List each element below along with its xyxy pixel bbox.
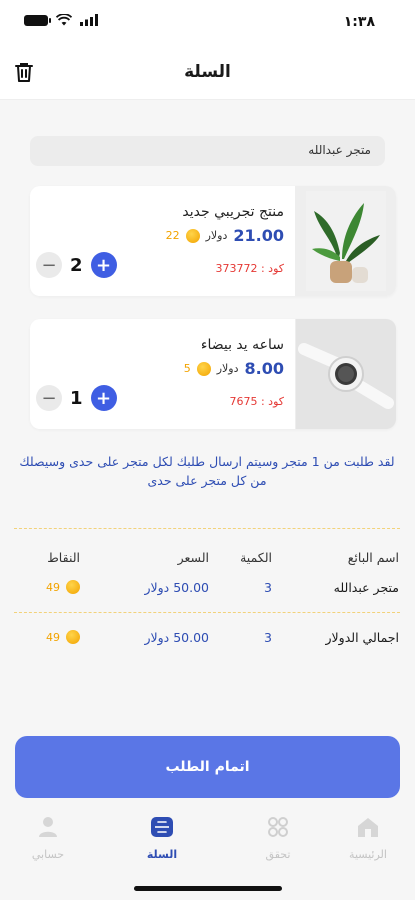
battery-icon bbox=[24, 14, 51, 26]
tab-label: حسابي bbox=[31, 848, 65, 861]
coin-icon bbox=[66, 630, 80, 644]
status-bar: ١:٣٨ bbox=[0, 0, 415, 44]
product-currency: دولار bbox=[216, 362, 239, 375]
product-points: 5 bbox=[183, 362, 191, 375]
total-label: اجمالي الدولار bbox=[325, 630, 399, 645]
status-time: ١:٣٨ bbox=[343, 14, 375, 30]
quantity-value: 1 bbox=[70, 387, 83, 409]
tab-verify[interactable]: تحقق bbox=[238, 816, 318, 861]
decrease-quantity-button[interactable]: − bbox=[36, 252, 62, 278]
home-icon bbox=[358, 818, 378, 837]
header-qty: الكمية bbox=[240, 550, 272, 565]
product-image-watch bbox=[295, 319, 396, 429]
quantity-stepper: − 2 + bbox=[36, 252, 117, 278]
tab-cart[interactable]: السلة bbox=[122, 816, 202, 861]
tab-label: السلة bbox=[146, 848, 178, 861]
wifi-icon bbox=[56, 14, 72, 26]
row-points: 49 bbox=[46, 580, 60, 594]
watch-image bbox=[295, 319, 396, 429]
header-seller: اسم البائع bbox=[347, 550, 399, 565]
store-name-label: متجر عبدالله bbox=[30, 136, 385, 166]
product-points: 22 bbox=[165, 229, 180, 242]
coin-icon bbox=[66, 580, 80, 594]
row-price: 50.00 دولار bbox=[144, 580, 209, 595]
total-points: 49 bbox=[46, 630, 60, 644]
tab-home[interactable]: الرئيسية bbox=[328, 816, 408, 861]
divider bbox=[14, 528, 400, 529]
total-qty: 3 bbox=[264, 630, 272, 645]
total-points-wrap: 49 bbox=[46, 630, 80, 644]
cart-icon bbox=[151, 817, 173, 837]
quantity-value: 2 bbox=[70, 254, 83, 276]
product-code: كود : 373772 bbox=[215, 262, 284, 275]
header-points: النقاط bbox=[47, 550, 80, 565]
user-icon bbox=[39, 817, 57, 837]
home-indicator bbox=[134, 886, 282, 891]
product-name: منتج تجريبي جديد bbox=[182, 204, 284, 220]
checkout-button[interactable]: اتمام الطلب bbox=[15, 736, 400, 798]
row-points-wrap: 49 bbox=[46, 580, 80, 594]
price-row: 8.00 دولار 5 bbox=[184, 359, 284, 378]
product-price: 21.00 bbox=[233, 226, 284, 245]
coin-icon bbox=[185, 228, 200, 243]
tab-label: تحقق bbox=[265, 848, 291, 861]
product-price: 8.00 bbox=[244, 359, 284, 378]
tab-label: الرئيسية bbox=[349, 848, 387, 861]
product-name: ساعه يد بيضاء bbox=[200, 337, 284, 353]
cart-item-card: منتج تجريبي جديد 21.00 دولار 22 كود : 37… bbox=[30, 186, 396, 296]
status-icons bbox=[24, 14, 98, 26]
product-code: كود : 7675 bbox=[229, 395, 284, 408]
price-row: 21.00 دولار 22 bbox=[166, 226, 284, 245]
coin-icon bbox=[196, 361, 211, 376]
tab-account[interactable]: حسابي bbox=[8, 816, 88, 861]
cart-item-card: ساعه يد بيضاء 8.00 دولار 5 كود : 7675 − … bbox=[30, 319, 396, 429]
increase-quantity-button[interactable]: + bbox=[90, 385, 117, 411]
divider bbox=[14, 612, 400, 613]
app-header: السلة bbox=[0, 44, 415, 100]
quantity-stepper: − 1 + bbox=[36, 385, 117, 411]
row-seller: متجر عبدالله bbox=[333, 580, 399, 595]
header-price: السعر bbox=[177, 550, 209, 565]
bottom-tab-bar: الرئيسية تحقق السلة حسابي bbox=[0, 806, 415, 876]
increase-quantity-button[interactable]: + bbox=[90, 252, 117, 278]
product-image-plant bbox=[295, 186, 396, 296]
qr-scan-icon bbox=[268, 817, 288, 837]
product-currency: دولار bbox=[205, 229, 228, 242]
cellular-signal-icon bbox=[80, 14, 98, 26]
order-notice: لقد طلبت من 1 متجر وسيتم ارسال طلبك لكل … bbox=[19, 454, 395, 488]
decrease-quantity-button[interactable]: − bbox=[36, 385, 62, 411]
plant-image bbox=[305, 191, 386, 291]
total-price: 50.00 دولار bbox=[144, 630, 209, 645]
row-qty: 3 bbox=[264, 580, 272, 595]
page-title: السلة bbox=[184, 62, 231, 82]
